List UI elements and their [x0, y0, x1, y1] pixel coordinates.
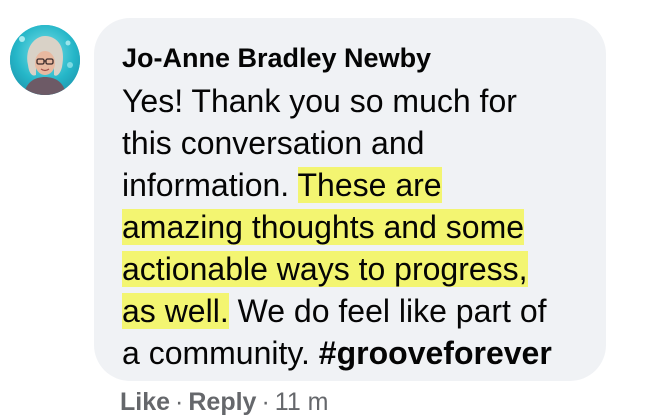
- hashtag-link[interactable]: #grooveforever: [319, 335, 552, 371]
- avatar[interactable]: [10, 25, 80, 95]
- comment-text-plain: information.: [122, 167, 298, 203]
- separator-dot: ·: [175, 388, 184, 416]
- highlighted-text: as well.: [122, 293, 229, 329]
- comment-line: a community. #grooveforever: [122, 332, 592, 374]
- comment-line: this conversation and: [122, 125, 425, 161]
- highlighted-text: actionable ways to progress,: [122, 251, 528, 287]
- comment-text-plain: We do feel like part of: [228, 293, 547, 329]
- comment-actions: Like · Reply · 11 m: [120, 387, 329, 417]
- separator-dot: ·: [261, 388, 270, 416]
- reply-button[interactable]: Reply: [188, 388, 256, 416]
- comment-line: as well. We do feel like part of: [122, 290, 592, 332]
- profile-photo-icon: [10, 25, 80, 95]
- comment-line: amazing thoughts and some: [122, 206, 592, 248]
- highlighted-text: These are: [297, 167, 442, 203]
- comment-line: information. These are: [122, 164, 592, 206]
- highlighted-text: amazing thoughts and some: [122, 209, 525, 245]
- comment-text: Yes! Thank you so much for this conversa…: [122, 80, 592, 374]
- comment-line: Yes! Thank you so much for: [122, 83, 517, 119]
- comment-text-plain: a community.: [122, 335, 319, 371]
- comment-author[interactable]: Jo-Anne Bradley Newby: [122, 42, 431, 74]
- timestamp[interactable]: 11 m: [275, 388, 329, 416]
- like-button[interactable]: Like: [120, 388, 170, 416]
- comment-line: actionable ways to progress,: [122, 248, 592, 290]
